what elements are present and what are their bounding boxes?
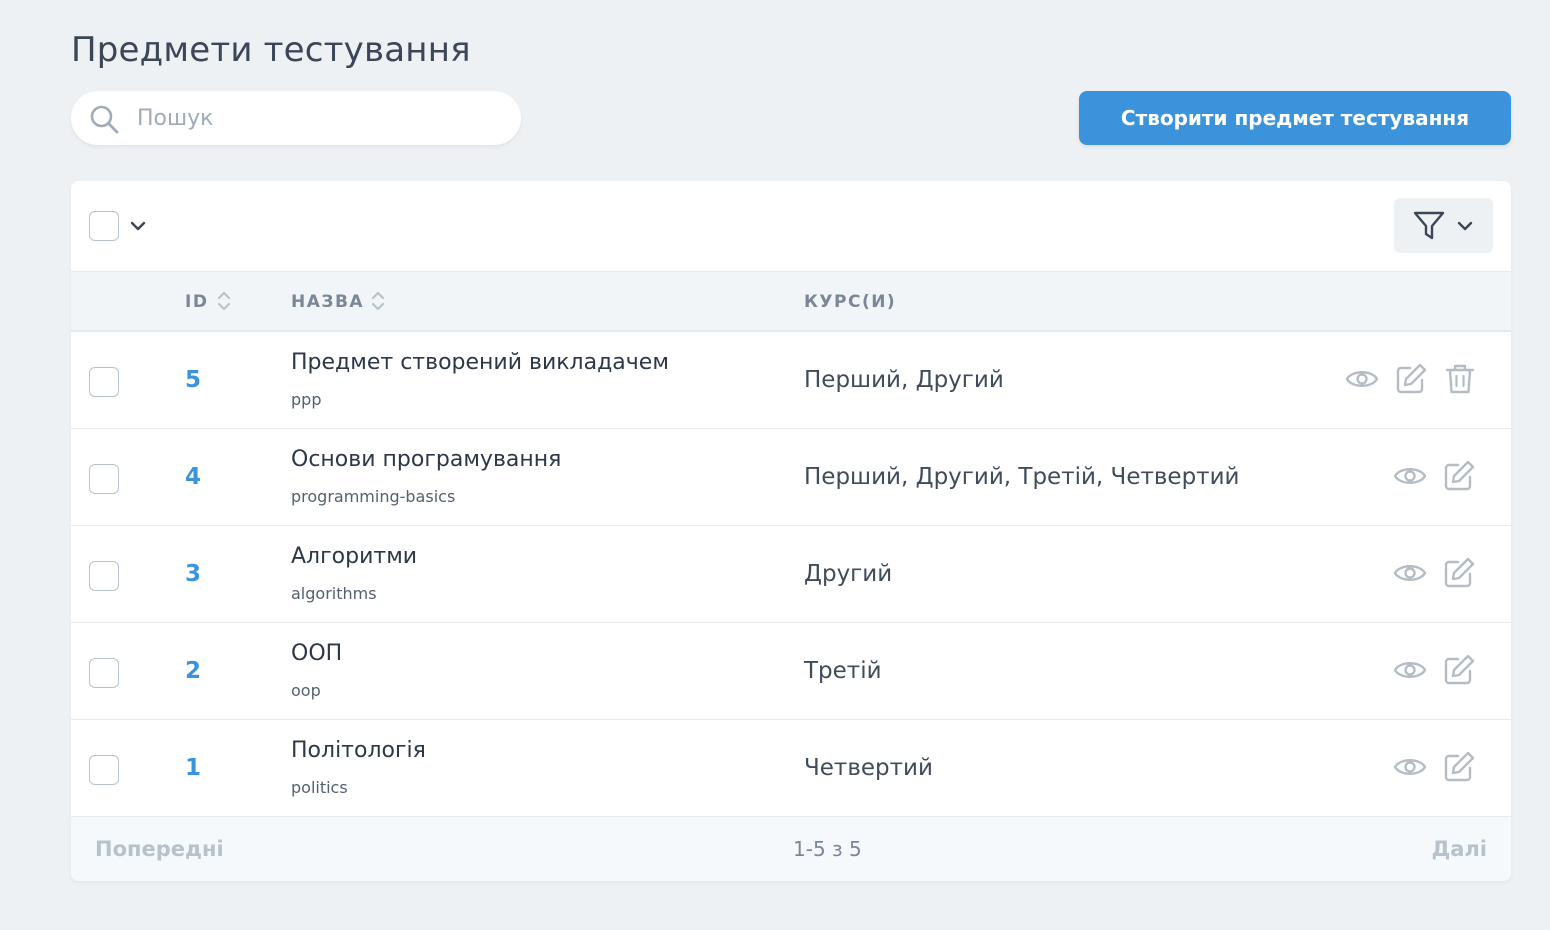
row-id-link[interactable]: 1 xyxy=(185,755,201,781)
row-checkbox[interactable] xyxy=(89,367,119,397)
row-slug: politics xyxy=(291,778,348,797)
row-courses: Перший, Другий xyxy=(804,367,1004,393)
row-id-link[interactable]: 4 xyxy=(185,464,201,490)
prev-page-button[interactable]: Попередні xyxy=(95,837,224,861)
eye-icon[interactable] xyxy=(1345,362,1379,396)
next-page-button[interactable]: Далі xyxy=(1432,837,1487,861)
chevron-down-icon[interactable] xyxy=(129,217,147,235)
row-name: Політологія xyxy=(291,738,426,763)
column-header-courses: КУРС(И) xyxy=(804,292,897,312)
sort-icon[interactable] xyxy=(370,288,386,314)
column-header-id[interactable]: ID xyxy=(185,292,208,312)
column-header-name[interactable]: НАЗВА xyxy=(291,292,364,312)
search-box xyxy=(71,91,521,145)
table-row: 4 Основи програмування programming-basic… xyxy=(71,429,1511,526)
eye-icon[interactable] xyxy=(1393,556,1427,590)
row-courses: Третій xyxy=(804,658,882,684)
row-slug: programming-basics xyxy=(291,487,456,506)
row-checkbox[interactable] xyxy=(89,464,119,494)
pagination: Попередні 1-5 з 5 Далі xyxy=(71,817,1511,881)
row-id-link[interactable]: 2 xyxy=(185,658,201,684)
select-all-checkbox[interactable] xyxy=(89,211,119,241)
search-input[interactable] xyxy=(137,91,507,145)
edit-icon[interactable] xyxy=(1442,653,1476,687)
row-name: Предмет створений викладачем xyxy=(291,350,669,375)
row-courses: Другий xyxy=(804,561,893,587)
table-toolbar xyxy=(71,181,1511,271)
row-id-link[interactable]: 3 xyxy=(185,561,201,587)
page-title: Предмети тестування xyxy=(71,30,471,70)
row-slug: ppp xyxy=(291,390,322,409)
pagination-info: 1-5 з 5 xyxy=(793,837,862,861)
row-checkbox[interactable] xyxy=(89,755,119,785)
row-id-link[interactable]: 5 xyxy=(185,367,201,393)
table-row: 2 ООП oop Третій xyxy=(71,623,1511,720)
edit-icon[interactable] xyxy=(1394,362,1428,396)
filter-button[interactable] xyxy=(1394,198,1493,253)
edit-icon[interactable] xyxy=(1442,459,1476,493)
edit-icon[interactable] xyxy=(1442,750,1476,784)
subjects-table-card: ID НАЗВА КУРС(И) 5 Предмет створений вик… xyxy=(71,181,1511,881)
eye-icon[interactable] xyxy=(1393,750,1427,784)
chevron-down-icon xyxy=(1457,221,1473,231)
row-slug: oop xyxy=(291,681,321,700)
row-checkbox[interactable] xyxy=(89,658,119,688)
table-row: 5 Предмет створений викладачем ppp Перши… xyxy=(71,332,1511,429)
row-name: ООП xyxy=(291,641,343,666)
row-checkbox[interactable] xyxy=(89,561,119,591)
trash-icon[interactable] xyxy=(1443,362,1477,396)
row-name: Алгоритми xyxy=(291,544,418,569)
row-slug: algorithms xyxy=(291,584,377,603)
table-row: 1 Політологія politics Четвертий xyxy=(71,720,1511,817)
row-courses: Четвертий xyxy=(804,755,933,781)
create-subject-button[interactable]: Створити предмет тестування xyxy=(1079,91,1511,145)
search-icon xyxy=(90,105,119,134)
row-courses: Перший, Другий, Третій, Четвертий xyxy=(804,464,1240,490)
eye-icon[interactable] xyxy=(1393,653,1427,687)
edit-icon[interactable] xyxy=(1442,556,1476,590)
table-header: ID НАЗВА КУРС(И) xyxy=(71,271,1511,332)
sort-icon[interactable] xyxy=(216,288,232,314)
table-row: 3 Алгоритми algorithms Другий xyxy=(71,526,1511,623)
row-name: Основи програмування xyxy=(291,447,562,472)
funnel-icon xyxy=(1413,211,1445,240)
eye-icon[interactable] xyxy=(1393,459,1427,493)
